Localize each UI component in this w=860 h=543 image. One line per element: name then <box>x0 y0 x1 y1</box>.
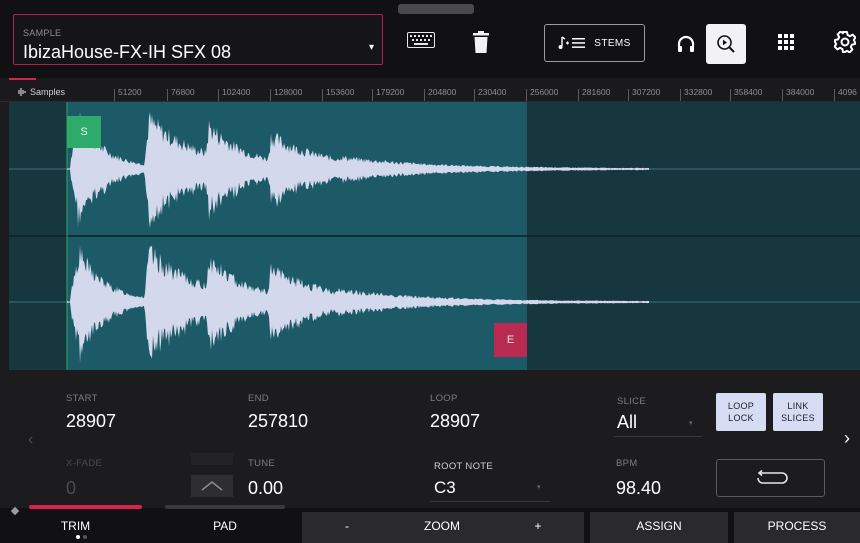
pad-indicator <box>165 505 285 509</box>
loop-value: 28907 <box>430 411 481 431</box>
xfade-label: X-FADE <box>66 458 103 469</box>
ruler-tick: 153600 <box>321 87 355 101</box>
slice-label: SLICE <box>617 396 646 407</box>
waveform-small-icon <box>18 88 26 96</box>
gear-icon[interactable] <box>833 30 857 54</box>
tune-param[interactable]: TUNE 0.00 <box>248 458 283 499</box>
ruler-tick: 128000 <box>269 87 303 101</box>
xfade-shape-up <box>191 453 233 465</box>
start-marker[interactable]: S <box>67 116 101 148</box>
chevron-left-icon[interactable]: ‹ <box>28 431 33 449</box>
headphones-icon[interactable] <box>668 26 704 62</box>
ruler-tick: 281600 <box>577 87 611 101</box>
ruler-tick: 358400 <box>729 87 763 101</box>
ruler-tick: 307200 <box>627 87 661 101</box>
root-note-value: C3 <box>434 478 456 497</box>
end-label: END <box>248 393 269 404</box>
ruler-tick: 204800 <box>423 87 457 101</box>
ruler-tick: 256000 <box>525 87 559 101</box>
ruler-tick: 76800 <box>167 87 195 101</box>
ruler-tick: 332800 <box>679 87 713 101</box>
xfade-value: 0 <box>66 478 77 498</box>
xfade-icon <box>191 475 233 497</box>
zoom-in-button[interactable]: + <box>492 512 584 540</box>
loop-toggle-button[interactable] <box>716 459 825 497</box>
sample-select-value: IbizaHouse-FX-IH SFX 08 <box>23 42 232 62</box>
ruler-tick: 4096 <box>834 87 857 101</box>
loop-lock-line2: LOCK <box>728 413 754 423</box>
tune-label: TUNE <box>248 458 276 469</box>
chevron-right-icon[interactable]: › <box>844 428 850 449</box>
tune-value: 0.00 <box>248 478 284 498</box>
end-value: 257810 <box>248 411 309 431</box>
stems-icon <box>558 36 586 49</box>
loop-icon <box>756 470 788 484</box>
sample-select[interactable]: SAMPLE IbizaHouse-FX-IH SFX 08 ▾ <box>13 14 383 65</box>
waveform-display[interactable] <box>9 102 860 370</box>
slice-underline <box>614 436 702 437</box>
root-note-underline <box>430 501 550 502</box>
link-slices-line1: LINK <box>787 401 809 411</box>
ruler-tick: 102400 <box>217 87 251 101</box>
bpm-param[interactable]: BPM 98.40 <box>616 458 661 499</box>
bpm-value: 98.40 <box>616 478 662 498</box>
link-slices-button[interactable]: LINK SLICES <box>773 393 823 431</box>
trash-icon[interactable] <box>470 30 492 54</box>
loop-label: LOOP <box>430 393 458 404</box>
bpm-label: BPM <box>616 458 638 469</box>
start-value: 28907 <box>66 411 117 431</box>
loop-lock-line1: LOOP <box>727 401 755 411</box>
xfade-param: X-FADE 0 <box>66 458 102 499</box>
ruler-unit-label: Samples <box>16 87 65 97</box>
stems-label: STEMS <box>594 37 631 49</box>
pad-tab[interactable]: PAD <box>165 512 285 540</box>
page-dots <box>76 535 87 539</box>
grid-icon[interactable] <box>776 32 796 52</box>
start-param[interactable]: START 28907 <box>66 393 116 432</box>
ruler-tick: 179200 <box>371 87 405 101</box>
loop-lock-button[interactable]: LOOP LOCK <box>716 393 766 431</box>
slice-value: All <box>617 412 638 432</box>
sample-select-label: SAMPLE <box>23 28 62 38</box>
start-label: START <box>66 393 98 404</box>
ruler-tick: 384000 <box>781 87 815 101</box>
assign-button[interactable]: ASSIGN <box>590 512 728 540</box>
loop-param[interactable]: LOOP 28907 <box>430 393 480 432</box>
end-marker[interactable]: E <box>494 323 527 357</box>
sample-ruler: Samples 51200 76800 102400 128000 153600… <box>0 78 860 102</box>
end-param[interactable]: END 257810 <box>248 393 308 432</box>
ruler-units: Samples <box>30 87 66 97</box>
keyboard-icon[interactable] <box>406 30 436 50</box>
zoom-out-button[interactable]: - <box>302 512 392 540</box>
root-note-caret-icon: ▾ <box>537 484 541 491</box>
slice-select[interactable]: SLICE All <box>617 396 646 433</box>
root-note-label: ROOT NOTE <box>434 461 493 472</box>
zoom-play-icon[interactable] <box>706 24 746 64</box>
link-slices-line2: SLICES <box>781 413 815 423</box>
dropdown-caret-icon: ▾ <box>368 42 374 53</box>
top-bar: SAMPLE IbizaHouse-FX-IH SFX 08 ▾ STEMS <box>0 0 860 78</box>
root-note-select[interactable]: ROOT NOTE C3 <box>434 461 493 498</box>
stems-button[interactable]: STEMS <box>544 24 645 62</box>
ruler-tick: 51200 <box>114 87 142 101</box>
trim-active-indicator <box>29 505 142 509</box>
ruler-tick: 230400 <box>473 87 507 101</box>
slice-caret-icon: ▾ <box>689 420 693 427</box>
zoom-label: ZOOM <box>424 519 460 533</box>
ruler-accent-bar <box>9 78 36 80</box>
process-button[interactable]: PROCESS <box>734 512 860 540</box>
top-drawer-handle[interactable] <box>398 4 474 14</box>
